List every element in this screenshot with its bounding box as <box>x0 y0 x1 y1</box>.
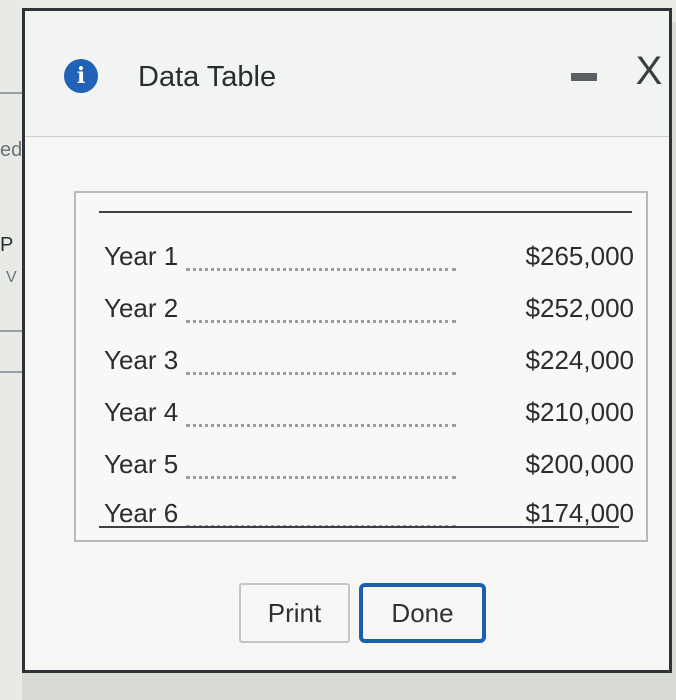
data-table: Year 1 $265,000 Year 2 $252,000 Year 3 $… <box>74 191 648 542</box>
background-divider <box>0 330 22 332</box>
background-text-fragment: P <box>0 234 14 256</box>
row-label: Year 2 <box>104 293 179 323</box>
table-row: Year 6 $174,000 <box>104 498 634 538</box>
dotted-leader <box>186 370 456 375</box>
background-text-fragment: ed <box>0 139 23 161</box>
dialog-title: Data Table <box>138 61 277 93</box>
dialog-titlebar: i Data Table X <box>25 11 669 137</box>
row-value: $200,000 <box>525 449 634 479</box>
background-text-fragment: V <box>6 269 17 286</box>
row-value: $174,000 <box>525 498 634 528</box>
background-window-left <box>0 0 22 700</box>
dotted-leader <box>186 318 456 323</box>
row-value: $210,000 <box>525 397 634 427</box>
table-row: Year 1 $265,000 <box>104 241 634 281</box>
table-row: Year 2 $252,000 <box>104 293 634 333</box>
row-label: Year 5 <box>104 449 179 479</box>
data-table-dialog: i Data Table X Year 1 $265,000 Year 2 $2… <box>22 8 672 673</box>
table-top-rule <box>99 211 632 213</box>
row-value: $265,000 <box>525 241 634 271</box>
row-value: $252,000 <box>525 293 634 323</box>
print-button[interactable]: Print <box>239 583 350 643</box>
table-bottom-rule <box>99 526 619 528</box>
row-value: $224,000 <box>525 345 634 375</box>
row-label: Year 1 <box>104 241 179 271</box>
table-row: Year 5 $200,000 <box>104 449 634 489</box>
table-row: Year 3 $224,000 <box>104 345 634 385</box>
minimize-button[interactable] <box>571 73 597 81</box>
dotted-leader <box>186 266 456 271</box>
row-label: Year 4 <box>104 397 179 427</box>
dotted-leader <box>186 474 456 479</box>
done-button[interactable]: Done <box>359 583 486 643</box>
background-divider <box>0 371 22 373</box>
row-label: Year 3 <box>104 345 179 375</box>
dotted-leader <box>186 422 456 427</box>
info-icon: i <box>64 59 98 93</box>
close-button[interactable]: X <box>629 51 669 91</box>
background-divider <box>0 92 22 94</box>
table-row: Year 4 $210,000 <box>104 397 634 437</box>
row-label: Year 6 <box>104 498 179 528</box>
